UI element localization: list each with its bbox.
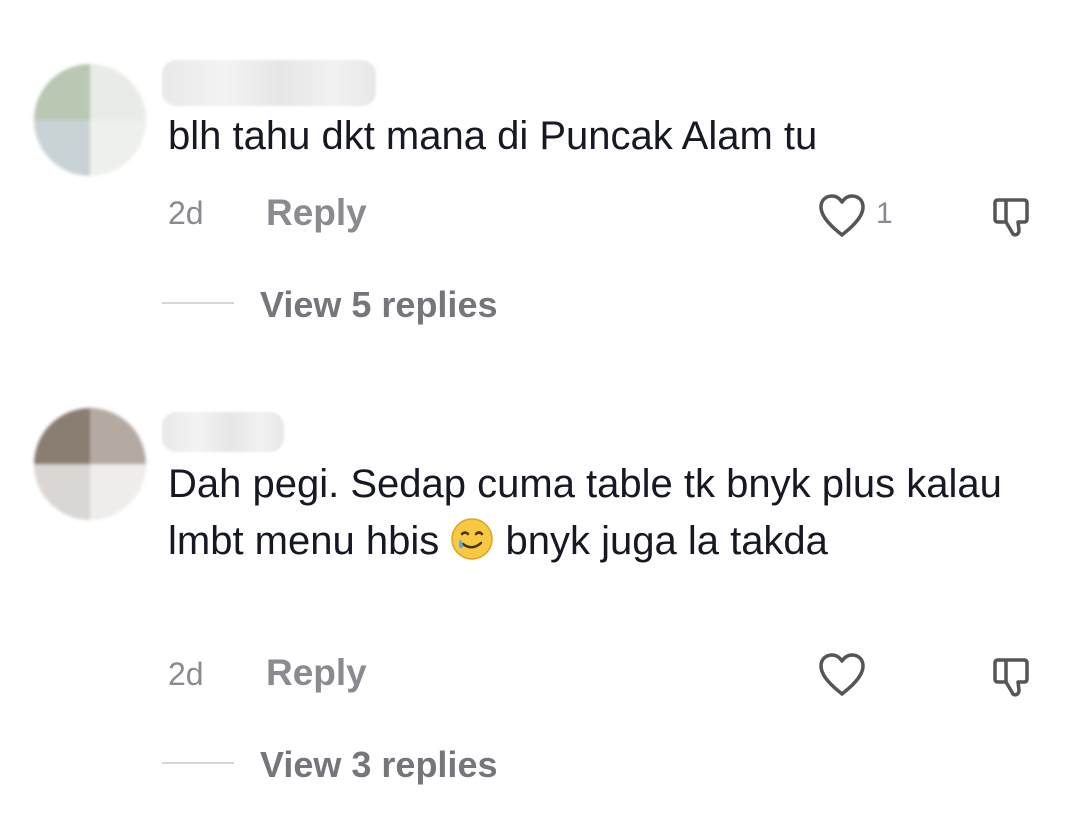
view-replies-button[interactable]: View 3 replies [260,744,497,786]
like-button[interactable] [817,652,867,698]
heart-icon [819,194,865,237]
comment-text: Dah pegi. Sedap cuma table tk bnyk plus … [168,456,1048,570]
comment-text: blh tahu dkt mana di Puncak Alam tu [168,114,818,158]
comment-item: Dah pegi. Sedap cuma table tk bnyk plus … [0,360,1080,832]
username[interactable] [162,412,284,452]
comment-text-part2: bnyk juga la takda [505,519,828,563]
thumbs-down-icon [993,198,1029,237]
dislike-button[interactable] [990,652,1038,700]
username[interactable] [162,60,376,106]
like-count: 1 [876,197,893,230]
comment-item: blh tahu dkt mana di Puncak Alam tu 2d R… [0,0,1080,360]
reply-button[interactable]: Reply [266,652,367,694]
dislike-button[interactable] [990,192,1038,240]
view-replies-button[interactable]: View 5 replies [260,284,497,326]
comment-time: 2d [168,195,204,231]
heart-icon [819,653,865,696]
replies-divider [162,302,234,304]
reply-button[interactable]: Reply [266,192,367,234]
avatar[interactable] [34,408,146,520]
smiling-face-with-tear-icon [450,517,494,561]
comment-time: 2d [168,656,204,692]
thumbs-down-icon [993,658,1029,697]
avatar[interactable] [34,64,146,176]
like-button[interactable] [817,193,867,239]
replies-divider [162,762,234,764]
